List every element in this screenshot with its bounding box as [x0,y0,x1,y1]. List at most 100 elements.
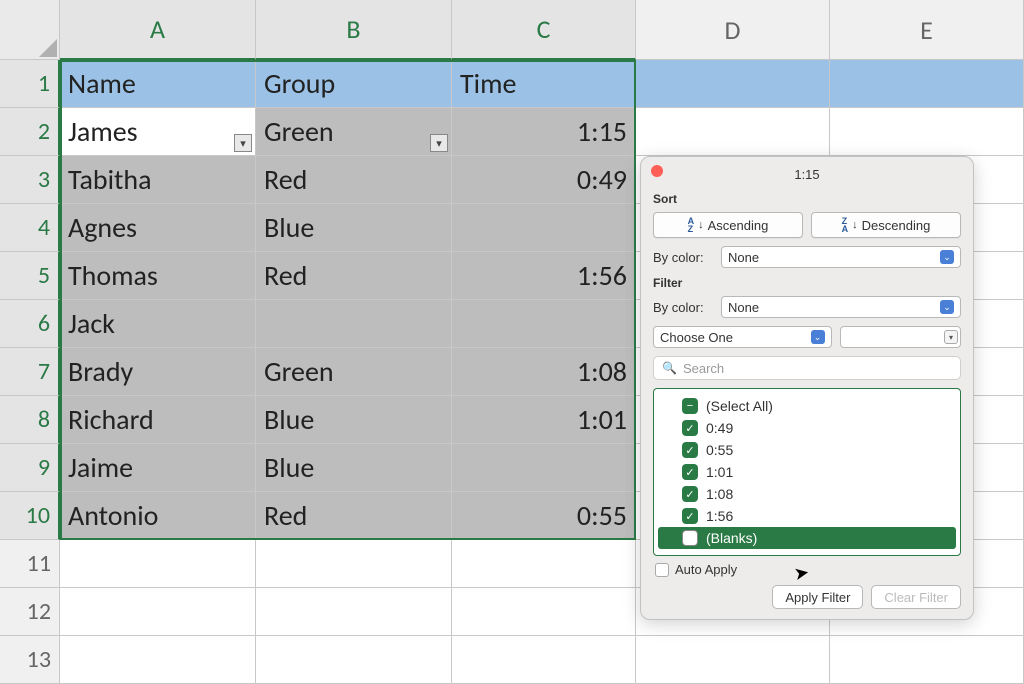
cell[interactable]: Tabitha [60,156,256,204]
cell[interactable]: James▾ [60,108,256,156]
cell[interactable] [830,108,1024,156]
filter-item-label: (Select All) [706,398,773,414]
cell[interactable]: Agnes [60,204,256,252]
select-all-corner[interactable] [0,0,60,60]
filter-condition-value: Choose One [660,330,733,345]
filter-by-color-select[interactable]: None ⌄ [721,296,961,318]
cell[interactable]: Antonio [60,492,256,540]
row-header-3[interactable]: 3 [0,156,60,204]
column-header-a[interactable]: A [60,0,256,60]
cell[interactable] [452,204,636,252]
cell[interactable] [452,540,636,588]
filter-search-input[interactable]: 🔍 Search [653,356,961,380]
row-header-7[interactable]: 7 [0,348,60,396]
auto-apply-label: Auto Apply [675,562,737,577]
cell[interactable]: 1:56 [452,252,636,300]
cell[interactable]: Thomas [60,252,256,300]
row-header-12[interactable]: 12 [0,588,60,636]
cell[interactable]: 1:15 [452,108,636,156]
cell[interactable]: Name [60,60,256,108]
filter-item[interactable]: ✓1:56 [658,505,956,527]
cell[interactable]: Brady [60,348,256,396]
checkbox-checked-icon[interactable]: ✓ [682,420,698,436]
close-icon[interactable] [651,165,663,177]
cell[interactable] [60,540,256,588]
cell[interactable]: Red [256,156,452,204]
column-header-b[interactable]: B [256,0,452,60]
cell[interactable] [256,540,452,588]
cell[interactable] [452,588,636,636]
row-header-4[interactable]: 4 [0,204,60,252]
cell[interactable] [452,636,636,684]
dropdown-caret-icon: ▾ [944,330,958,344]
row-header-10[interactable]: 10 [0,492,60,540]
checkbox-checked-icon[interactable]: ✓ [682,486,698,502]
filter-item[interactable]: ✓0:55 [658,439,956,461]
checkbox-checked-icon[interactable]: ✓ [682,508,698,524]
auto-apply-checkbox[interactable] [655,563,669,577]
cell[interactable] [452,444,636,492]
cell[interactable]: Green [256,348,452,396]
row-header-2[interactable]: 2 [0,108,60,156]
cell[interactable]: Jaime [60,444,256,492]
cell[interactable] [636,60,830,108]
column-header-c[interactable]: C [452,0,636,60]
checkbox-checked-icon[interactable]: ✓ [682,464,698,480]
cell[interactable]: Green▾ [256,108,452,156]
cell[interactable] [452,300,636,348]
cell[interactable] [830,636,1024,684]
cell[interactable] [636,636,830,684]
row-header-8[interactable]: 8 [0,396,60,444]
filter-values-list: −(Select All)✓0:49✓0:55✓1:01✓1:08✓1:56(B… [653,388,961,556]
cell[interactable] [636,108,830,156]
popup-title: 1:15 [653,165,961,188]
row-header-6[interactable]: 6 [0,300,60,348]
filter-item[interactable]: −(Select All) [658,395,956,417]
cell[interactable]: Jack [60,300,256,348]
row-header-5[interactable]: 5 [0,252,60,300]
row-header-11[interactable]: 11 [0,540,60,588]
arrow-down-icon: ↓ [698,219,704,231]
filter-item[interactable]: ✓1:08 [658,483,956,505]
row-header-13[interactable]: 13 [0,636,60,684]
filter-value-input[interactable]: ▾ [840,326,962,348]
checkbox-indeterminate-icon[interactable]: − [682,398,698,414]
filter-popup: 1:15 Sort AZ ↓ Ascending ZA ↓ Descending… [640,156,974,620]
cell[interactable]: 0:49 [452,156,636,204]
sort-ascending-button[interactable]: AZ ↓ Ascending [653,212,803,238]
checkbox-unchecked-icon[interactable] [682,530,698,546]
cell[interactable] [60,636,256,684]
cell[interactable]: Time [452,60,636,108]
filter-dropdown-icon[interactable]: ▾ [430,134,448,152]
clear-filter-button[interactable]: Clear Filter [871,585,961,609]
filter-condition-select[interactable]: Choose One ⌄ [653,326,832,348]
cell[interactable] [256,588,452,636]
cell[interactable]: Blue [256,444,452,492]
row-header-9[interactable]: 9 [0,444,60,492]
sort-by-color-value: None [728,250,759,265]
column-header-d[interactable]: D [636,0,830,60]
checkbox-checked-icon[interactable]: ✓ [682,442,698,458]
column-header-e[interactable]: E [830,0,1024,60]
cell[interactable] [60,588,256,636]
cell[interactable] [830,60,1024,108]
cell[interactable]: Blue [256,204,452,252]
filter-item[interactable]: ✓0:49 [658,417,956,439]
cell[interactable]: Red [256,252,452,300]
cell[interactable] [256,300,452,348]
sort-descending-button[interactable]: ZA ↓ Descending [811,212,961,238]
cell[interactable]: Group [256,60,452,108]
row-header-1[interactable]: 1 [0,60,60,108]
cell[interactable]: Richard [60,396,256,444]
apply-filter-button[interactable]: Apply Filter [772,585,863,609]
cell[interactable]: 0:55 [452,492,636,540]
sort-by-color-select[interactable]: None ⌄ [721,246,961,268]
cell[interactable] [256,636,452,684]
cell[interactable]: 1:01 [452,396,636,444]
cell[interactable]: Blue [256,396,452,444]
cell[interactable]: Red [256,492,452,540]
filter-item[interactable]: ✓1:01 [658,461,956,483]
cell[interactable]: 1:08 [452,348,636,396]
filter-item[interactable]: (Blanks) [658,527,956,549]
filter-dropdown-icon[interactable]: ▾ [234,134,252,152]
